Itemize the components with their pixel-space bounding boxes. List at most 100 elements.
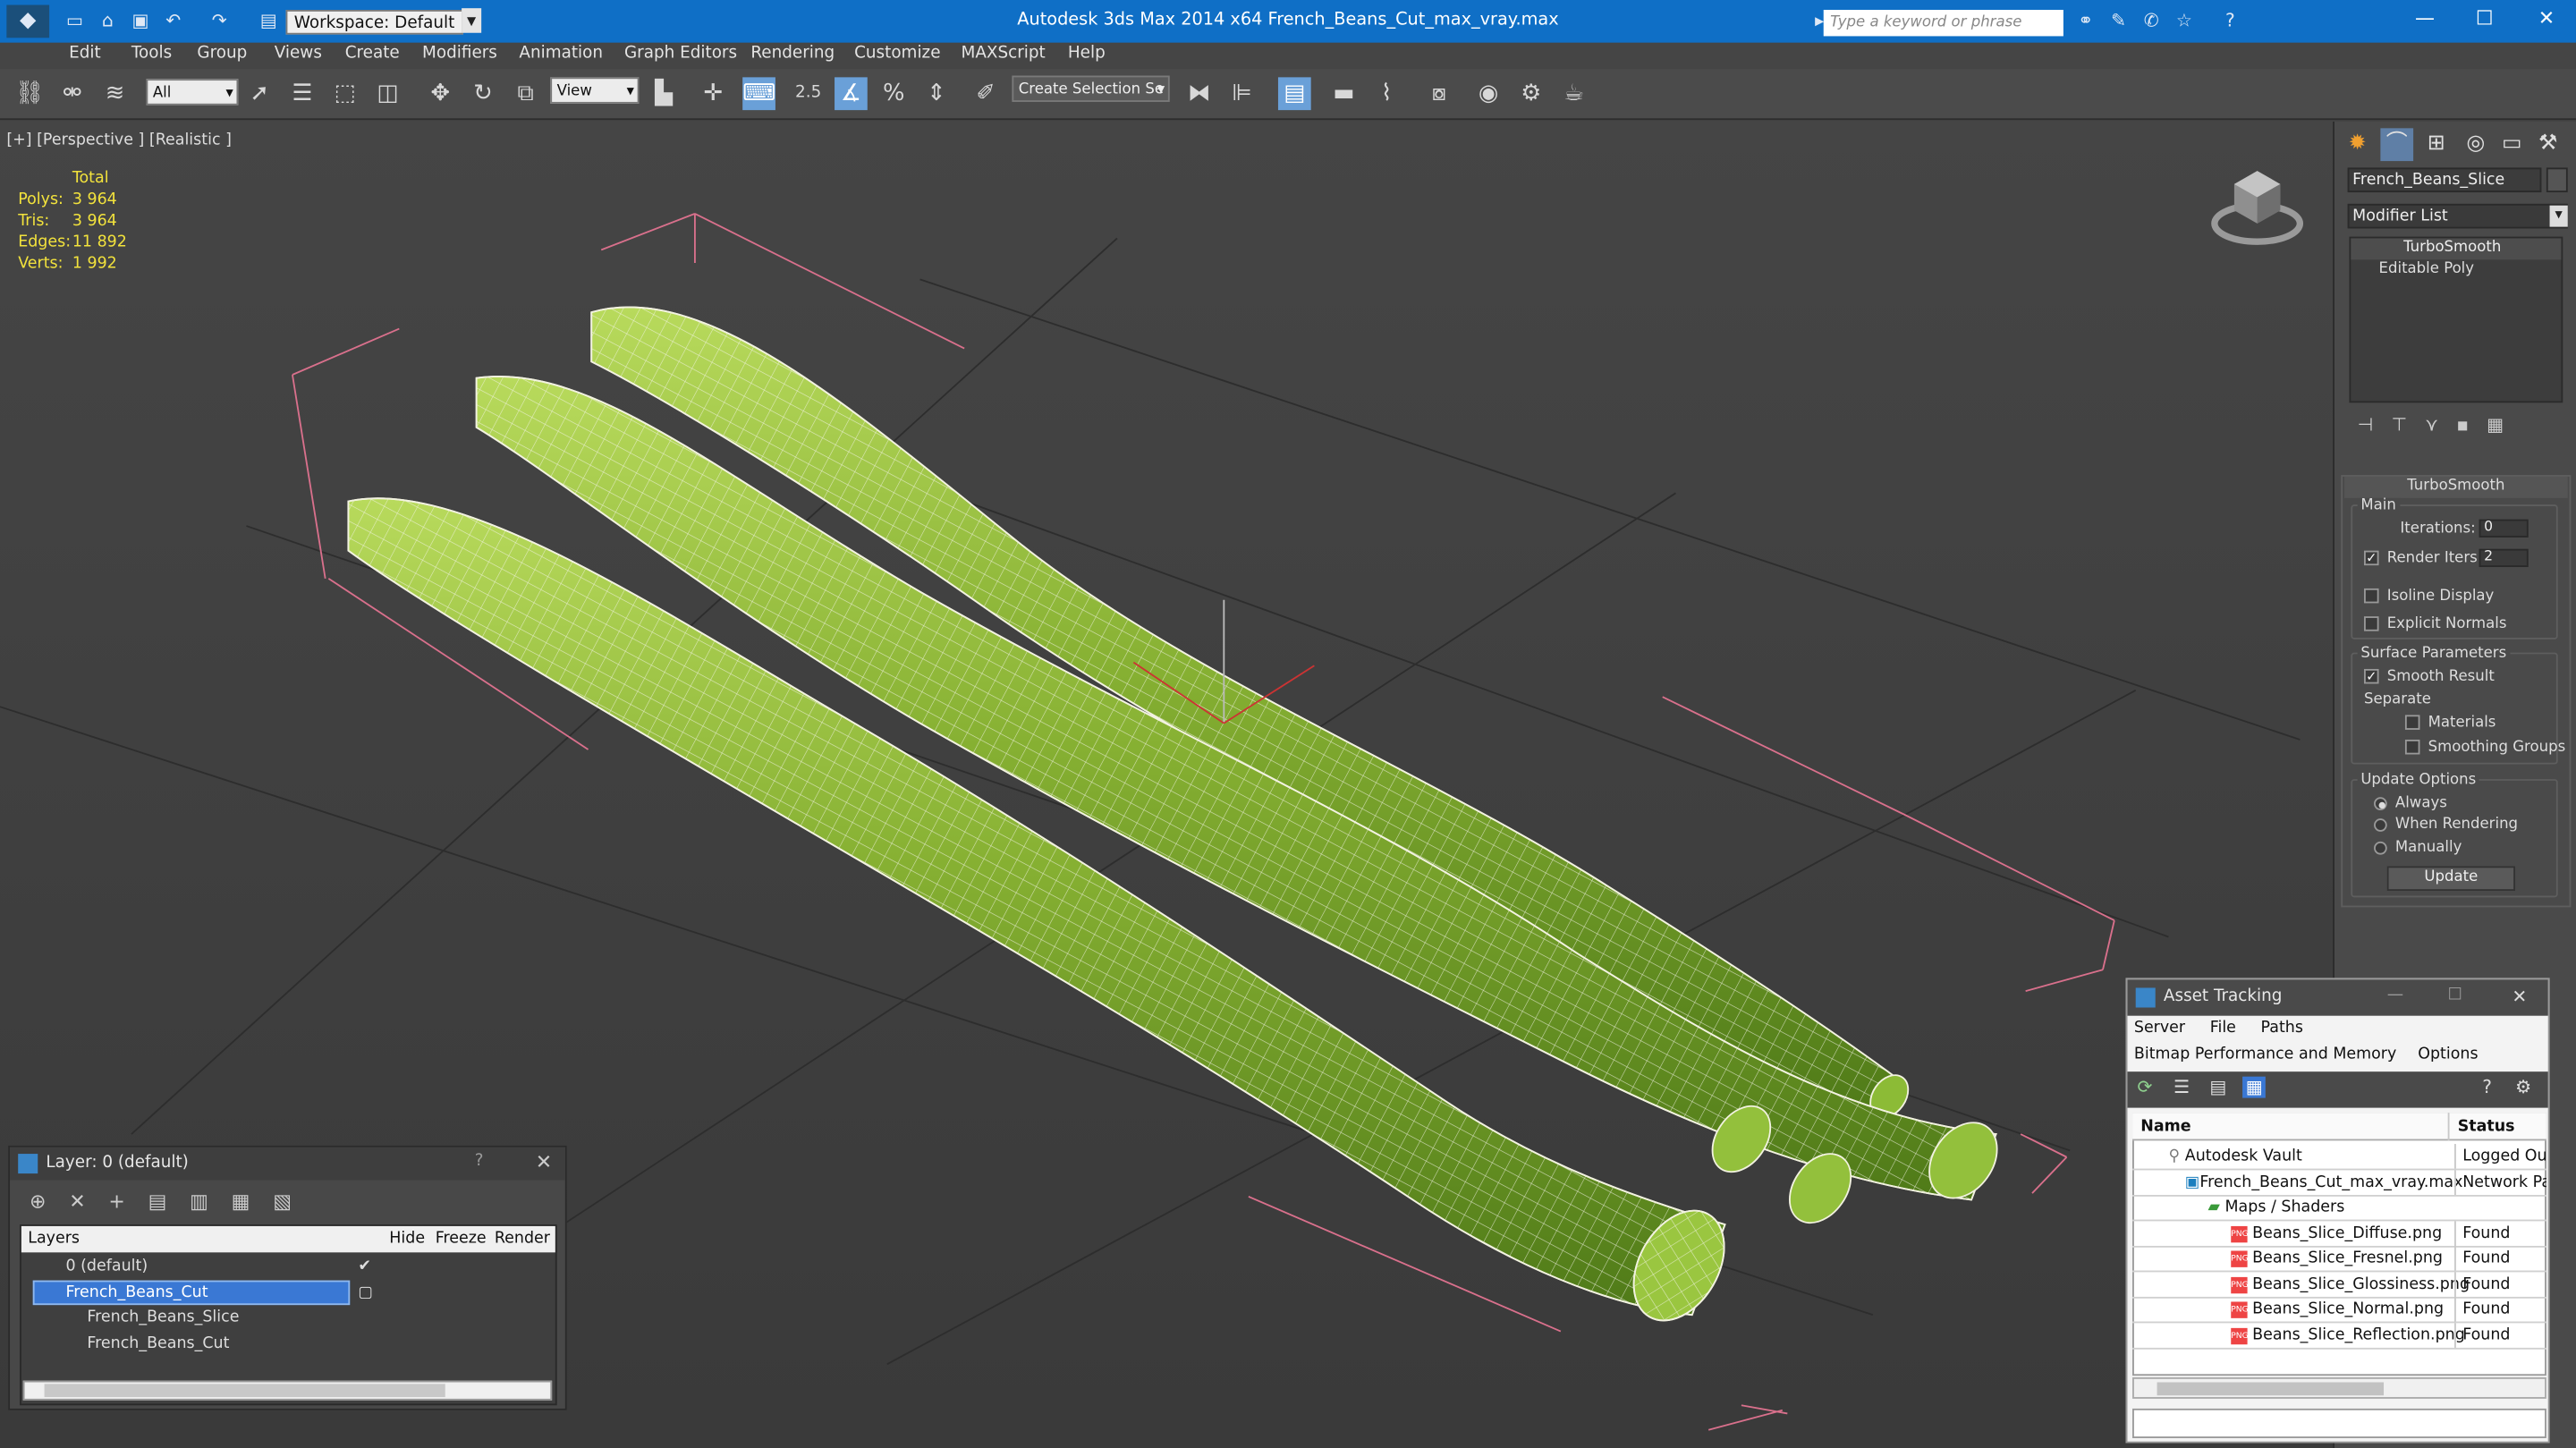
menu-customize[interactable]: Customize [854, 45, 940, 63]
asset-panel-title[interactable]: Asset Tracking [2127, 979, 2548, 1016]
align-icon[interactable]: ⊫ [1225, 77, 1258, 110]
asset-row-maps-shaders[interactable]: ▰ Maps / Shaders [2132, 1195, 2546, 1221]
graphite-ribbon-icon[interactable]: ▬ [1327, 77, 1360, 110]
modifier-list-dropdown[interactable]: Modifier List [2347, 203, 2568, 229]
update-button[interactable]: Update [2386, 866, 2515, 892]
viewport-label[interactable]: [+] [Perspective ] [Realistic ] [6, 131, 232, 149]
asset-settings-icon[interactable]: ⚙ [2515, 1077, 2531, 1098]
stack-tools-icons[interactable]: ⊣⊤⋎▪▦ [2358, 414, 2572, 437]
explicit-normals-checkbox[interactable] [2364, 616, 2379, 631]
render-teapot-icon[interactable]: ☕ [1557, 77, 1590, 110]
menu-modifiers[interactable]: Modifiers [422, 45, 497, 63]
menu-group[interactable]: Group [197, 45, 247, 63]
window-crossing-icon[interactable]: ◫ [371, 77, 404, 110]
display-tab-icon[interactable]: ▭ [2496, 128, 2529, 161]
object-name-field[interactable]: French_Beans_Slice [2347, 167, 2542, 193]
mirror-icon[interactable]: ⧓ [1182, 77, 1216, 110]
layer-object-french-beans-cut[interactable]: French_Beans_Cut [23, 1332, 554, 1357]
asset-row-normal[interactable]: PNG Beans_Slice_Normal.png Found [2132, 1296, 2546, 1323]
rectangular-selection-icon[interactable]: ⬚ [328, 77, 361, 110]
rotate-icon[interactable]: ↻ [467, 77, 500, 110]
isoline-display-checkbox[interactable] [2364, 588, 2379, 604]
asset-row-vault[interactable]: ⚲ Autodesk Vault Logged Out [2132, 1144, 2546, 1170]
turbosmooth-rollout-title[interactable]: TurboSmooth [2343, 476, 2568, 498]
when-rendering-radio[interactable] [2374, 817, 2387, 831]
snaps-toggle-icon[interactable]: 2.5 [792, 77, 825, 110]
stack-item-turbosmooth[interactable]: TurboSmooth [2351, 238, 2562, 260]
bind-space-warp-icon[interactable]: ≋ [98, 77, 131, 110]
menu-create[interactable]: Create [345, 45, 400, 63]
menu-graph-editors[interactable]: Graph Editors [624, 45, 737, 63]
manually-radio[interactable] [2374, 840, 2387, 854]
asset-row-max-file[interactable]: ▣French_Beans_Cut_max_vray.max Network P… [2132, 1170, 2546, 1196]
smoothing-groups-checkbox[interactable] [2404, 739, 2420, 755]
layer-tools-icons[interactable]: ⊕✕+▤▥▦▧ [30, 1190, 315, 1213]
asset-menu-file[interactable]: File [2210, 1019, 2236, 1037]
angle-snap-icon[interactable]: ∡ [835, 77, 868, 111]
material-editor-icon[interactable]: ◉ [1472, 77, 1505, 110]
layer-object-french-beans-slice[interactable]: French_Beans_Slice [23, 1305, 554, 1330]
maximize-icon[interactable]: ☐ [2476, 6, 2494, 30]
menu-rendering[interactable]: Rendering [750, 45, 835, 63]
edit-named-selection-icon[interactable]: ✐ [970, 77, 1003, 110]
list-view-icon[interactable]: ☰ [2174, 1077, 2190, 1098]
asset-close-icon[interactable]: ✕ [2512, 987, 2527, 1008]
active-layer-check-icon[interactable]: ✔ [358, 1254, 371, 1279]
binoculars-icon[interactable]: ⚭ [2073, 8, 2098, 33]
stack-item-editable-poly[interactable]: Editable Poly [2351, 259, 2561, 281]
asset-menu-bitmap-performance[interactable]: Bitmap Performance and Memory [2134, 1046, 2396, 1063]
favorites-star-icon[interactable]: ☆ [2172, 8, 2197, 33]
communication-center-icon[interactable]: ✆ [2139, 8, 2164, 33]
minimize-icon[interactable]: — [2415, 6, 2435, 30]
asset-help-icon[interactable]: ? [2482, 1077, 2492, 1098]
modifier-list-arrow-icon[interactable]: ▾ [2549, 205, 2568, 227]
smooth-result-checkbox[interactable]: ✓ [2364, 668, 2379, 684]
tree-view-icon[interactable]: ▦ [2242, 1076, 2267, 1098]
motion-tab-icon[interactable]: ◎ [2460, 128, 2493, 161]
close-icon[interactable]: ✕ [2538, 6, 2555, 30]
asset-row-glossiness[interactable]: PNG Beans_Slice_Glossiness.png Found [2132, 1272, 2546, 1298]
percent-snap-icon[interactable]: % [877, 77, 911, 110]
menu-help[interactable]: Help [1068, 45, 1106, 63]
move-icon[interactable]: ✥ [424, 77, 457, 110]
iterations-spinner[interactable]: 0 [2479, 519, 2529, 538]
search-input[interactable]: Type a keyword or phrase [1823, 10, 2063, 37]
menu-maxscript[interactable]: MAXScript [961, 45, 1045, 63]
asset-menu-paths[interactable]: Paths [2261, 1019, 2303, 1037]
asset-path-field[interactable] [2132, 1408, 2546, 1438]
asset-minimize-icon[interactable]: — [2387, 987, 2403, 1004]
layer-manager-icon[interactable]: ▤ [1277, 77, 1311, 111]
column-render[interactable]: Render [495, 1226, 550, 1252]
pivot-center-icon[interactable]: ▙ [648, 77, 681, 110]
column-hide[interactable]: Hide [389, 1226, 425, 1252]
subscription-icon[interactable]: ✎ [2106, 8, 2131, 33]
render-iters-checkbox[interactable]: ✓ [2364, 550, 2379, 566]
menu-animation[interactable]: Animation [519, 45, 603, 63]
reference-coordinate-dropdown[interactable]: View [550, 77, 640, 106]
asset-row-fresnel[interactable]: PNG Beans_Slice_Fresnel.png Found [2132, 1245, 2546, 1272]
select-object-icon[interactable]: ➚ [243, 77, 276, 110]
schematic-view-icon[interactable]: ⧇ [1423, 77, 1456, 110]
asset-maximize-icon[interactable]: ☐ [2448, 987, 2462, 1004]
named-selection-sets-dropdown[interactable]: Create Selection Se [1012, 75, 1170, 104]
select-manipulate-icon[interactable]: ✛ [697, 77, 730, 110]
column-layers[interactable]: Layers [28, 1226, 80, 1252]
scale-icon[interactable]: ⧉ [509, 77, 542, 110]
create-tab-icon[interactable]: ✹ [2341, 128, 2374, 161]
materials-checkbox[interactable] [2404, 715, 2420, 730]
help-icon[interactable]: ? [2218, 8, 2243, 33]
hierarchy-tab-icon[interactable]: ⊞ [2419, 128, 2453, 161]
utilities-tab-icon[interactable]: ⚒ [2531, 128, 2564, 161]
asset-row-diffuse[interactable]: PNG Beans_Slice_Diffuse.png Found [2132, 1221, 2546, 1247]
select-by-name-icon[interactable]: ☰ [286, 77, 319, 110]
curve-editor-icon[interactable]: ⌇ [1370, 77, 1403, 110]
viewcube-icon[interactable] [2208, 161, 2307, 259]
spinner-snap-icon[interactable]: ⇕ [920, 77, 953, 110]
menu-edit[interactable]: Edit [69, 45, 101, 63]
keyboard-shortcut-override-icon[interactable]: ⌨ [742, 77, 775, 111]
make-active-box-icon[interactable]: ▢ [358, 1281, 373, 1306]
column-freeze[interactable]: Freeze [436, 1226, 487, 1252]
table-view-icon[interactable]: ▤ [2209, 1077, 2226, 1098]
layer-panel-close-icon[interactable]: ✕ [536, 1150, 552, 1173]
column-name[interactable]: Name [2140, 1113, 2190, 1140]
